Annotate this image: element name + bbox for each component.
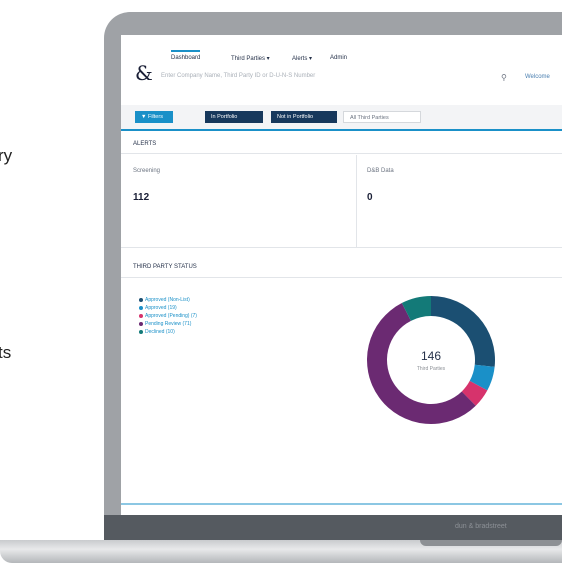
legend-label: Pending Review (71) (145, 321, 192, 327)
tab-dashboard[interactable]: Dashboard (171, 50, 201, 61)
laptop-brand: dun & bradstreet (455, 523, 507, 530)
tab-alerts[interactable]: Alerts ▾ (292, 55, 312, 62)
filters-button[interactable]: ▼ Filters (135, 111, 173, 123)
legend-item[interactable]: Approved (Pending) (7) (139, 313, 197, 321)
app-screen: & Dashboard Third Parties ▾ Alerts ▾ Adm… (121, 35, 562, 515)
alerts-heading: ALERTS (133, 141, 157, 147)
logo[interactable]: & (135, 61, 153, 85)
all-third-parties-button[interactable]: All Third Parties (343, 111, 421, 123)
legend-label: Approved (Pending) (7) (145, 313, 197, 319)
filter-bar: ▼ Filters In Portfolio Not in Portfolio … (121, 105, 562, 131)
third-party-status-heading: THIRD PARTY STATUS (133, 264, 197, 270)
legend-dot (139, 298, 143, 302)
dnb-data-label: D&B Data (367, 168, 394, 174)
card-divider (356, 155, 357, 247)
legend-label: Approved (Non-List) (145, 297, 190, 303)
legend-dot (139, 306, 143, 310)
side-text-2: ts (0, 343, 12, 362)
divider (121, 247, 562, 248)
screen-bottom-accent (121, 503, 562, 505)
laptop-notch (420, 540, 562, 546)
legend-item[interactable]: Pending Review (71) (139, 321, 197, 329)
search-icon[interactable]: ⚲ (501, 73, 507, 82)
legend-label: Declined (10) (145, 329, 175, 335)
legend-dot (139, 322, 143, 326)
dnb-data-value[interactable]: 0 (367, 192, 373, 203)
divider (121, 277, 562, 278)
screening-label: Screening (133, 168, 161, 174)
divider (121, 153, 562, 154)
legend-label: Approved (19) (145, 305, 177, 311)
legend-dot (139, 314, 143, 318)
tab-admin[interactable]: Admin (330, 55, 347, 61)
screening-value[interactable]: 112 (133, 192, 149, 203)
status-legend: Approved (Non-List) Approved (19) Approv… (139, 297, 197, 337)
page: ry ts dun & bradstreet & Dashboard Third… (0, 0, 562, 563)
tab-third-parties[interactable]: Third Parties ▾ (231, 55, 270, 62)
legend-dot (139, 330, 143, 334)
status-donut-chart: 146 Third Parties (367, 296, 495, 424)
in-portfolio-button[interactable]: In Portfolio (205, 111, 263, 123)
side-text-1: ry (0, 146, 13, 165)
legend-item[interactable]: Approved (Non-List) (139, 297, 197, 305)
user-menu[interactable]: Welcome (525, 74, 550, 80)
not-in-portfolio-button[interactable]: Not in Portfolio (271, 111, 337, 123)
donut-center-count: 146 (421, 349, 441, 363)
search-input[interactable]: Enter Company Name, Third Party ID or D-… (161, 73, 521, 87)
legend-item[interactable]: Declined (10) (139, 329, 197, 337)
donut-center-label: Third Parties (417, 366, 446, 372)
legend-item[interactable]: Approved (19) (139, 305, 197, 313)
